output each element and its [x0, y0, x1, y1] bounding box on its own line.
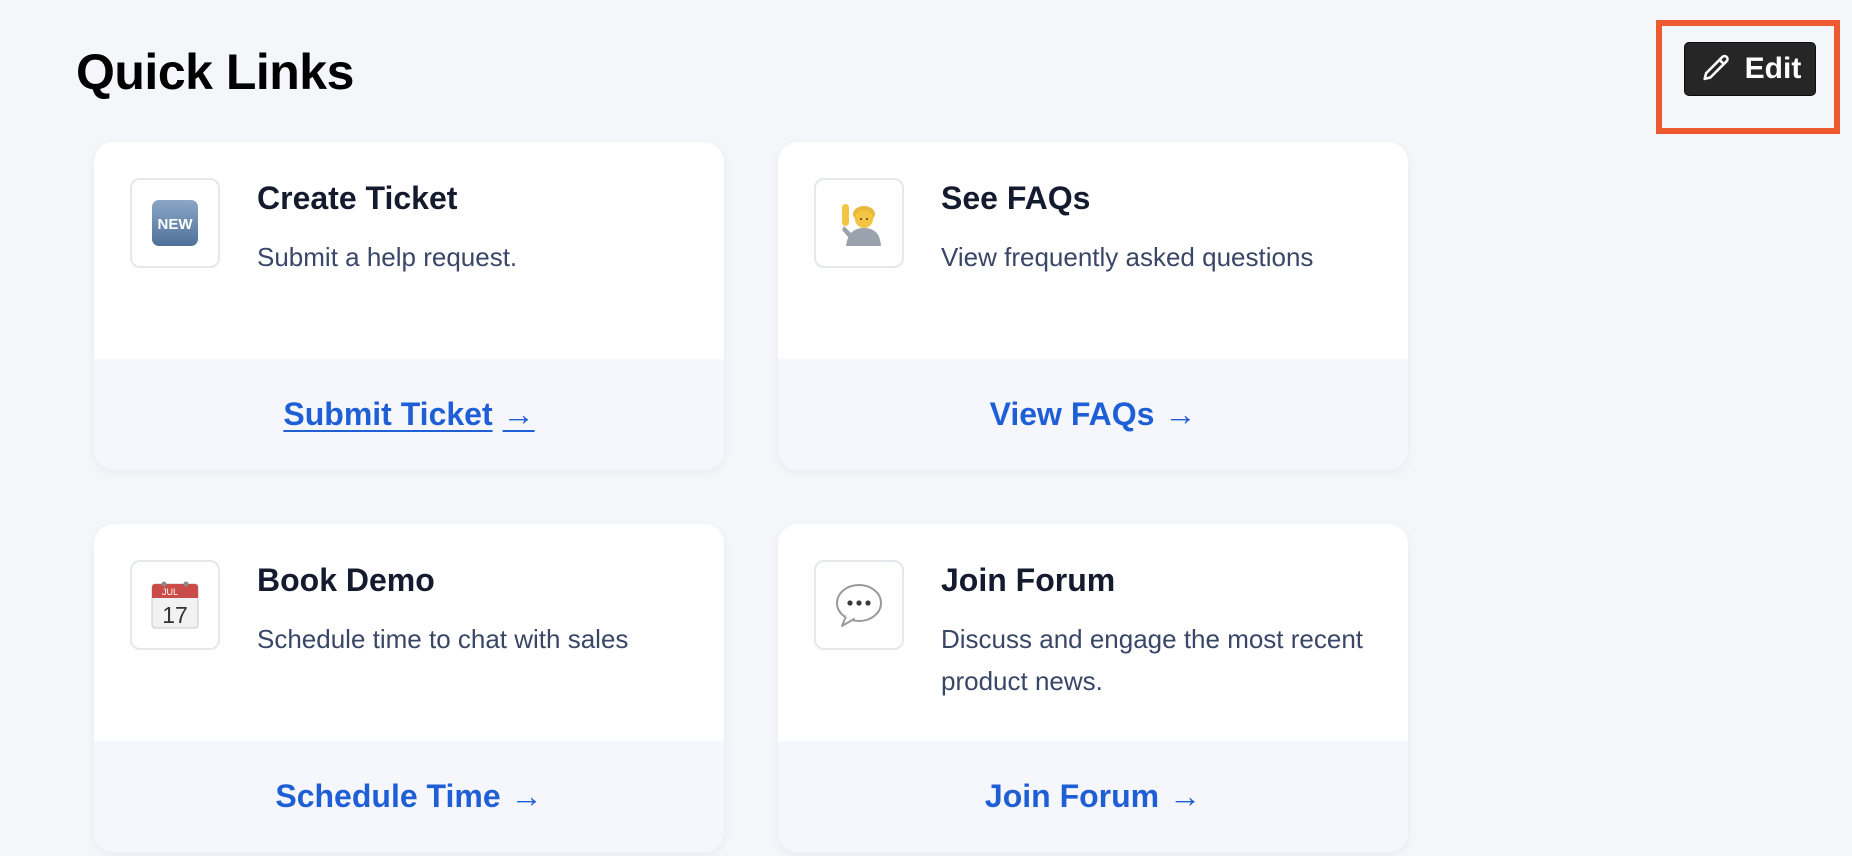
card-link-arrow: → — [1169, 778, 1202, 814]
pencil-icon — [1699, 52, 1733, 86]
quick-link-card-see-faqs: See FAQs View frequently asked questions… — [778, 142, 1408, 470]
card-link-arrow: → — [1164, 396, 1197, 432]
calendar-month: JUL — [162, 587, 178, 597]
card-footer: Schedule Time → — [94, 741, 724, 852]
calendar-icon: JUL 17 — [130, 560, 220, 650]
svg-text:NEW: NEW — [158, 216, 194, 233]
card-link-label: Schedule Time — [275, 778, 501, 814]
card-footer: Submit Ticket → — [94, 359, 724, 470]
card-link-label: Join Forum — [984, 778, 1160, 814]
person-raising-hand-icon — [814, 178, 904, 268]
card-title: See FAQs — [941, 180, 1091, 216]
join-forum-link[interactable]: Join Forum → — [985, 778, 1201, 815]
new-badge-icon: NEW — [130, 178, 220, 268]
view-faqs-link[interactable]: View FAQs → — [990, 396, 1197, 433]
card-description: View frequently asked questions — [941, 242, 1314, 272]
card-description: Submit a help request. — [257, 242, 518, 272]
card-title: Book Demo — [257, 562, 435, 598]
card-description: Discuss and engage the most recent produ… — [941, 624, 1364, 696]
edit-button[interactable]: Edit — [1684, 42, 1816, 96]
card-link-label: Submit Ticket — [283, 396, 493, 432]
submit-ticket-link[interactable]: Submit Ticket → — [283, 396, 534, 433]
card-link-arrow: → — [510, 778, 543, 814]
calendar-day: 17 — [162, 602, 188, 628]
quick-link-card-create-ticket: NEW Create Ticket Submit a help request.… — [94, 142, 724, 470]
quick-link-card-book-demo: JUL 17 Book Demo Schedule time to chat w… — [94, 524, 724, 852]
page-title: Quick Links — [76, 44, 354, 100]
card-footer: Join Forum → — [778, 741, 1408, 852]
edit-button-label: Edit — [1744, 52, 1802, 85]
card-title: Create Ticket — [257, 180, 458, 216]
card-link-arrow: → — [502, 396, 535, 432]
speech-bubble-icon — [814, 560, 904, 650]
schedule-time-link[interactable]: Schedule Time → — [275, 778, 542, 815]
card-title: Join Forum — [941, 562, 1116, 598]
card-description: Schedule time to chat with sales — [257, 624, 629, 654]
card-footer: View FAQs → — [778, 359, 1408, 470]
card-link-label: View FAQs — [989, 396, 1155, 432]
quick-link-card-join-forum: Join Forum Discuss and engage the most r… — [778, 524, 1408, 852]
